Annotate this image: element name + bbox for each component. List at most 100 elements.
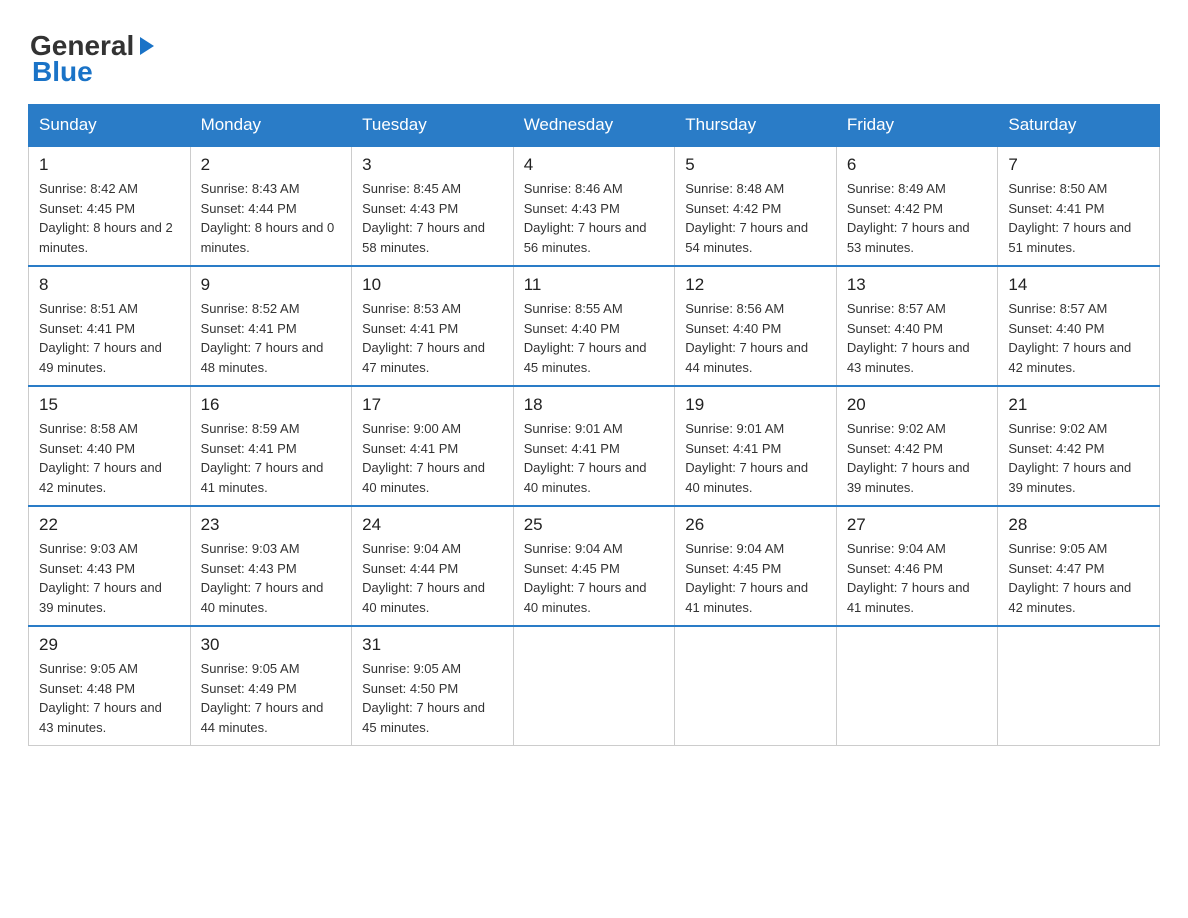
- day-info: Sunrise: 8:53 AMSunset: 4:41 PMDaylight:…: [362, 299, 503, 377]
- day-number: 31: [362, 635, 503, 655]
- day-number: 25: [524, 515, 665, 535]
- day-number: 20: [847, 395, 988, 415]
- calendar-cell: 12 Sunrise: 8:56 AMSunset: 4:40 PMDaylig…: [675, 266, 837, 386]
- calendar-week-row: 29 Sunrise: 9:05 AMSunset: 4:48 PMDaylig…: [29, 626, 1160, 746]
- weekday-header-wednesday: Wednesday: [513, 105, 675, 147]
- day-info: Sunrise: 9:02 AMSunset: 4:42 PMDaylight:…: [847, 419, 988, 497]
- day-number: 23: [201, 515, 342, 535]
- day-info: Sunrise: 8:55 AMSunset: 4:40 PMDaylight:…: [524, 299, 665, 377]
- day-info: Sunrise: 9:05 AMSunset: 4:47 PMDaylight:…: [1008, 539, 1149, 617]
- day-info: Sunrise: 9:04 AMSunset: 4:44 PMDaylight:…: [362, 539, 503, 617]
- calendar-week-row: 1 Sunrise: 8:42 AMSunset: 4:45 PMDayligh…: [29, 146, 1160, 266]
- calendar-week-row: 15 Sunrise: 8:58 AMSunset: 4:40 PMDaylig…: [29, 386, 1160, 506]
- day-info: Sunrise: 9:04 AMSunset: 4:45 PMDaylight:…: [524, 539, 665, 617]
- day-info: Sunrise: 9:01 AMSunset: 4:41 PMDaylight:…: [524, 419, 665, 497]
- calendar-cell: 28 Sunrise: 9:05 AMSunset: 4:47 PMDaylig…: [998, 506, 1160, 626]
- calendar-cell: [998, 626, 1160, 746]
- day-info: Sunrise: 9:03 AMSunset: 4:43 PMDaylight:…: [39, 539, 180, 617]
- weekday-header-sunday: Sunday: [29, 105, 191, 147]
- day-info: Sunrise: 8:52 AMSunset: 4:41 PMDaylight:…: [201, 299, 342, 377]
- calendar-cell: 31 Sunrise: 9:05 AMSunset: 4:50 PMDaylig…: [352, 626, 514, 746]
- calendar-cell: [513, 626, 675, 746]
- calendar-cell: 15 Sunrise: 8:58 AMSunset: 4:40 PMDaylig…: [29, 386, 191, 506]
- calendar-cell: 5 Sunrise: 8:48 AMSunset: 4:42 PMDayligh…: [675, 146, 837, 266]
- day-number: 29: [39, 635, 180, 655]
- calendar-cell: 21 Sunrise: 9:02 AMSunset: 4:42 PMDaylig…: [998, 386, 1160, 506]
- calendar-cell: 10 Sunrise: 8:53 AMSunset: 4:41 PMDaylig…: [352, 266, 514, 386]
- day-number: 10: [362, 275, 503, 295]
- calendar-cell: 7 Sunrise: 8:50 AMSunset: 4:41 PMDayligh…: [998, 146, 1160, 266]
- day-number: 7: [1008, 155, 1149, 175]
- weekday-header-tuesday: Tuesday: [352, 105, 514, 147]
- day-number: 3: [362, 155, 503, 175]
- day-info: Sunrise: 8:51 AMSunset: 4:41 PMDaylight:…: [39, 299, 180, 377]
- calendar-cell: [675, 626, 837, 746]
- calendar-cell: 13 Sunrise: 8:57 AMSunset: 4:40 PMDaylig…: [836, 266, 998, 386]
- day-number: 18: [524, 395, 665, 415]
- weekday-header-monday: Monday: [190, 105, 352, 147]
- calendar-cell: [836, 626, 998, 746]
- calendar-week-row: 8 Sunrise: 8:51 AMSunset: 4:41 PMDayligh…: [29, 266, 1160, 386]
- day-number: 9: [201, 275, 342, 295]
- calendar-cell: 26 Sunrise: 9:04 AMSunset: 4:45 PMDaylig…: [675, 506, 837, 626]
- day-number: 19: [685, 395, 826, 415]
- day-number: 5: [685, 155, 826, 175]
- calendar-cell: 27 Sunrise: 9:04 AMSunset: 4:46 PMDaylig…: [836, 506, 998, 626]
- day-info: Sunrise: 9:05 AMSunset: 4:50 PMDaylight:…: [362, 659, 503, 737]
- calendar-cell: 29 Sunrise: 9:05 AMSunset: 4:48 PMDaylig…: [29, 626, 191, 746]
- day-info: Sunrise: 9:05 AMSunset: 4:49 PMDaylight:…: [201, 659, 342, 737]
- day-number: 11: [524, 275, 665, 295]
- logo-arrow-icon: [136, 35, 158, 57]
- calendar-cell: 9 Sunrise: 8:52 AMSunset: 4:41 PMDayligh…: [190, 266, 352, 386]
- calendar-cell: 3 Sunrise: 8:45 AMSunset: 4:43 PMDayligh…: [352, 146, 514, 266]
- day-info: Sunrise: 9:05 AMSunset: 4:48 PMDaylight:…: [39, 659, 180, 737]
- day-number: 24: [362, 515, 503, 535]
- day-info: Sunrise: 8:43 AMSunset: 4:44 PMDaylight:…: [201, 179, 342, 257]
- day-number: 12: [685, 275, 826, 295]
- day-number: 6: [847, 155, 988, 175]
- day-number: 15: [39, 395, 180, 415]
- day-number: 26: [685, 515, 826, 535]
- day-info: Sunrise: 8:56 AMSunset: 4:40 PMDaylight:…: [685, 299, 826, 377]
- day-info: Sunrise: 9:04 AMSunset: 4:46 PMDaylight:…: [847, 539, 988, 617]
- day-info: Sunrise: 8:49 AMSunset: 4:42 PMDaylight:…: [847, 179, 988, 257]
- weekday-header-friday: Friday: [836, 105, 998, 147]
- day-info: Sunrise: 8:46 AMSunset: 4:43 PMDaylight:…: [524, 179, 665, 257]
- weekday-header-saturday: Saturday: [998, 105, 1160, 147]
- calendar-cell: 6 Sunrise: 8:49 AMSunset: 4:42 PMDayligh…: [836, 146, 998, 266]
- day-info: Sunrise: 9:04 AMSunset: 4:45 PMDaylight:…: [685, 539, 826, 617]
- calendar-cell: 24 Sunrise: 9:04 AMSunset: 4:44 PMDaylig…: [352, 506, 514, 626]
- calendar-cell: 8 Sunrise: 8:51 AMSunset: 4:41 PMDayligh…: [29, 266, 191, 386]
- day-info: Sunrise: 8:59 AMSunset: 4:41 PMDaylight:…: [201, 419, 342, 497]
- calendar-cell: 4 Sunrise: 8:46 AMSunset: 4:43 PMDayligh…: [513, 146, 675, 266]
- calendar-cell: 2 Sunrise: 8:43 AMSunset: 4:44 PMDayligh…: [190, 146, 352, 266]
- day-info: Sunrise: 8:50 AMSunset: 4:41 PMDaylight:…: [1008, 179, 1149, 257]
- day-info: Sunrise: 8:57 AMSunset: 4:40 PMDaylight:…: [847, 299, 988, 377]
- calendar-cell: 20 Sunrise: 9:02 AMSunset: 4:42 PMDaylig…: [836, 386, 998, 506]
- calendar-cell: 16 Sunrise: 8:59 AMSunset: 4:41 PMDaylig…: [190, 386, 352, 506]
- day-number: 1: [39, 155, 180, 175]
- day-number: 17: [362, 395, 503, 415]
- calendar-cell: 18 Sunrise: 9:01 AMSunset: 4:41 PMDaylig…: [513, 386, 675, 506]
- day-info: Sunrise: 9:01 AMSunset: 4:41 PMDaylight:…: [685, 419, 826, 497]
- day-number: 8: [39, 275, 180, 295]
- day-number: 16: [201, 395, 342, 415]
- calendar-cell: 25 Sunrise: 9:04 AMSunset: 4:45 PMDaylig…: [513, 506, 675, 626]
- day-number: 28: [1008, 515, 1149, 535]
- day-info: Sunrise: 8:48 AMSunset: 4:42 PMDaylight:…: [685, 179, 826, 257]
- logo-blue-text: Blue: [32, 56, 93, 88]
- calendar-cell: 23 Sunrise: 9:03 AMSunset: 4:43 PMDaylig…: [190, 506, 352, 626]
- calendar-table: SundayMondayTuesdayWednesdayThursdayFrid…: [28, 104, 1160, 746]
- day-info: Sunrise: 8:45 AMSunset: 4:43 PMDaylight:…: [362, 179, 503, 257]
- day-info: Sunrise: 8:58 AMSunset: 4:40 PMDaylight:…: [39, 419, 180, 497]
- calendar-cell: 22 Sunrise: 9:03 AMSunset: 4:43 PMDaylig…: [29, 506, 191, 626]
- weekday-header-row: SundayMondayTuesdayWednesdayThursdayFrid…: [29, 105, 1160, 147]
- day-number: 21: [1008, 395, 1149, 415]
- day-number: 30: [201, 635, 342, 655]
- calendar-cell: 17 Sunrise: 9:00 AMSunset: 4:41 PMDaylig…: [352, 386, 514, 506]
- calendar-cell: 1 Sunrise: 8:42 AMSunset: 4:45 PMDayligh…: [29, 146, 191, 266]
- calendar-cell: 19 Sunrise: 9:01 AMSunset: 4:41 PMDaylig…: [675, 386, 837, 506]
- day-number: 14: [1008, 275, 1149, 295]
- day-info: Sunrise: 8:57 AMSunset: 4:40 PMDaylight:…: [1008, 299, 1149, 377]
- day-number: 22: [39, 515, 180, 535]
